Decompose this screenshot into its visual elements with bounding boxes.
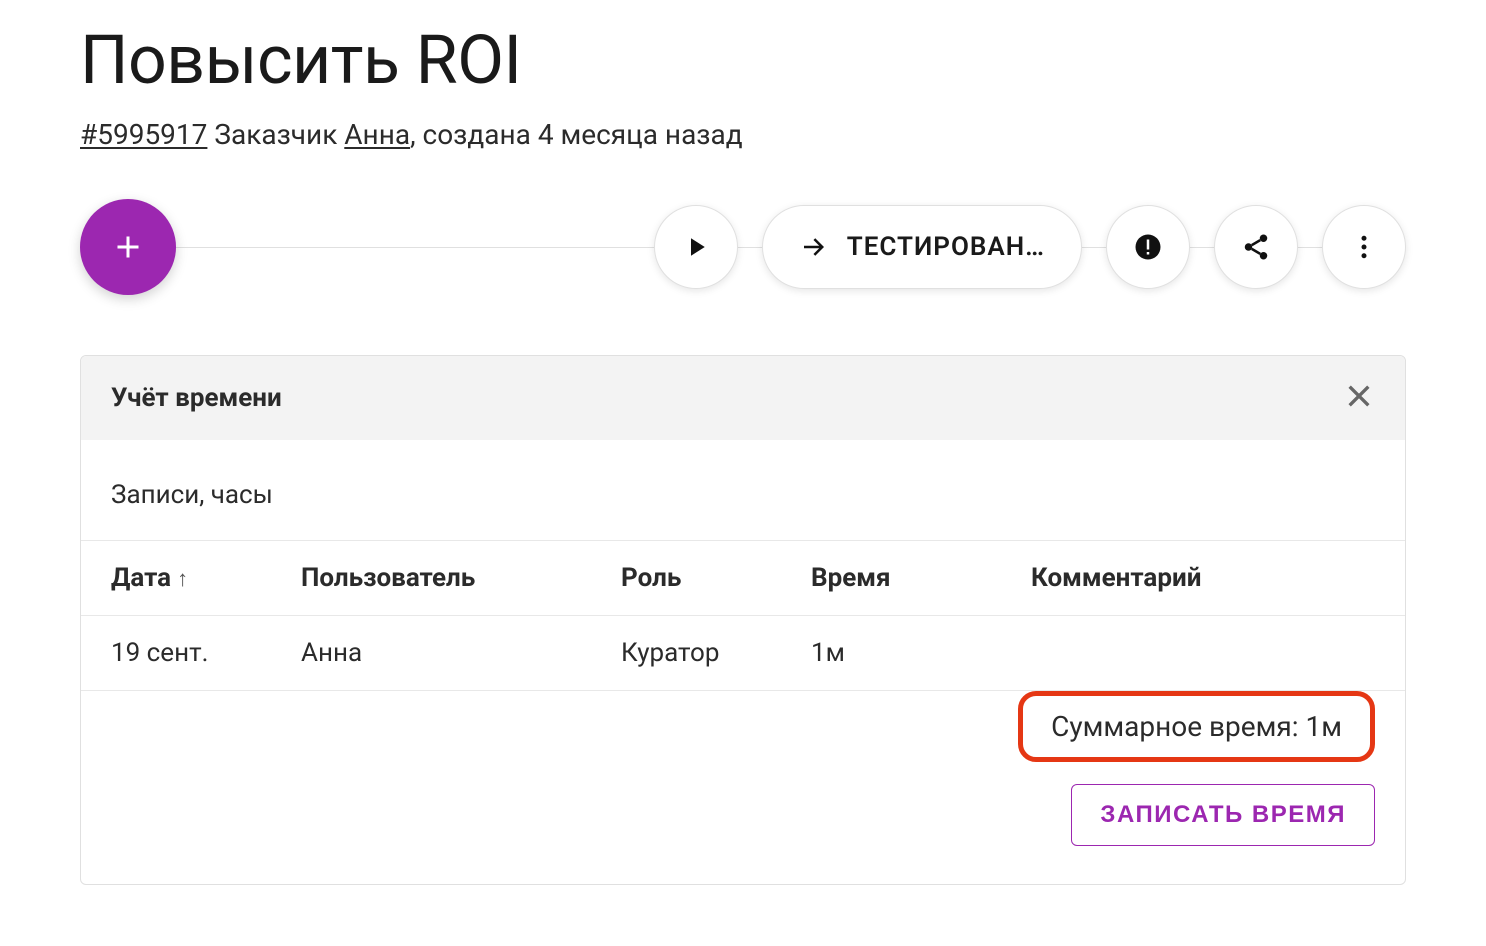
- close-icon: [1343, 380, 1375, 412]
- status-button[interactable]: ТЕСТИРОВАН…: [762, 205, 1082, 289]
- alert-icon: [1133, 232, 1163, 262]
- summary-time: Суммарное время: 1м: [1018, 691, 1375, 762]
- alert-button[interactable]: [1106, 205, 1190, 289]
- cell-date: 19 сент.: [81, 616, 271, 691]
- more-vertical-icon: [1349, 232, 1379, 262]
- panel-title: Учёт времени: [111, 383, 282, 413]
- created-ago: , создана 4 месяца назад: [410, 118, 743, 151]
- cell-time: 1м: [781, 616, 1001, 691]
- panel-header: Учёт времени: [81, 356, 1405, 440]
- ticket-id-link[interactable]: #5995917: [80, 118, 207, 151]
- time-tracking-panel: Учёт времени Записи, часы Дата↑ Пользова…: [80, 355, 1406, 885]
- sort-asc-icon: ↑: [177, 566, 188, 592]
- share-icon: [1241, 232, 1271, 262]
- col-comment[interactable]: Комментарий: [1001, 541, 1405, 616]
- page-title: Повысить ROI: [80, 20, 1406, 100]
- share-button[interactable]: [1214, 205, 1298, 289]
- section-title: Записи, часы: [81, 470, 1405, 540]
- summary-value: 1м: [1305, 710, 1342, 743]
- cell-comment: [1001, 616, 1405, 691]
- col-user[interactable]: Пользователь: [271, 541, 591, 616]
- table-row[interactable]: 19 сент. Анна Куратор 1м: [81, 616, 1405, 691]
- cell-role: Куратор: [591, 616, 781, 691]
- cell-user: Анна: [271, 616, 591, 691]
- time-entries-table: Дата↑ Пользователь Роль Время Комментари…: [81, 540, 1405, 691]
- summary-label: Суммарное время:: [1051, 710, 1305, 743]
- col-date[interactable]: Дата↑: [81, 541, 271, 616]
- meta-line: #5995917 Заказчик Анна, создана 4 месяца…: [80, 118, 1406, 151]
- customer-label-text: Заказчик: [214, 118, 337, 151]
- more-button[interactable]: [1322, 205, 1406, 289]
- status-label: ТЕСТИРОВАН…: [847, 232, 1045, 262]
- close-button[interactable]: [1343, 380, 1375, 416]
- arrow-right-icon: [799, 232, 829, 262]
- play-icon: [681, 232, 711, 262]
- col-role[interactable]: Роль: [591, 541, 781, 616]
- toolbar: ТЕСТИРОВАН…: [80, 199, 1406, 295]
- col-time[interactable]: Время: [781, 541, 1001, 616]
- col-date-label: Дата: [111, 563, 171, 593]
- plus-icon: [110, 229, 146, 265]
- log-time-button[interactable]: ЗАПИСАТЬ ВРЕМЯ: [1071, 784, 1375, 846]
- customer-name-link[interactable]: Анна: [344, 118, 410, 151]
- add-button[interactable]: [80, 199, 176, 295]
- play-button[interactable]: [654, 205, 738, 289]
